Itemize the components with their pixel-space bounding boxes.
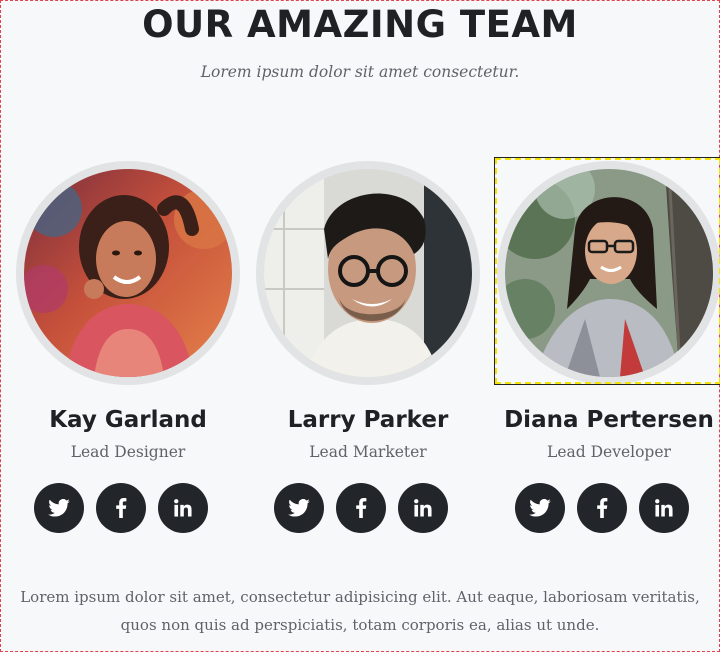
linkedin-button[interactable]	[158, 483, 208, 533]
facebook-icon	[356, 498, 367, 518]
twitter-button[interactable]	[515, 483, 565, 533]
section-title: OUR AMAZING TEAM	[142, 3, 578, 46]
team-member-card: Larry Parker Lead Marketer	[256, 161, 480, 541]
avatar[interactable]	[256, 161, 480, 385]
member-role: Lead Developer	[547, 443, 671, 461]
section-subtitle: Lorem ipsum dolor sit amet consectetur.	[200, 63, 520, 81]
facebook-button[interactable]	[336, 483, 386, 533]
section-footer-text: Lorem ipsum dolor sit amet, consectetur …	[1, 583, 719, 639]
linkedin-button[interactable]	[398, 483, 448, 533]
facebook-button[interactable]	[96, 483, 146, 533]
team-member-card: Kay Garland Lead Designer	[16, 161, 240, 541]
linkedin-button[interactable]	[639, 483, 689, 533]
twitter-button[interactable]	[274, 483, 324, 533]
twitter-icon	[48, 499, 70, 517]
twitter-icon	[288, 499, 310, 517]
avatar[interactable]	[16, 161, 240, 385]
footer-line: quos non quis ad perspiciatis, totam cor…	[120, 616, 600, 634]
member-name: Diana Pertersen	[504, 407, 714, 433]
member-role: Lead Marketer	[309, 443, 427, 461]
team-section: OUR AMAZING TEAM Lorem ipsum dolor sit a…	[0, 0, 720, 652]
facebook-icon	[597, 498, 608, 518]
linkedin-icon	[174, 499, 192, 517]
avatar[interactable]	[497, 161, 720, 385]
footer-line: Lorem ipsum dolor sit amet, consectetur …	[20, 588, 700, 606]
social-links	[515, 483, 705, 533]
facebook-button[interactable]	[577, 483, 627, 533]
linkedin-icon	[414, 499, 432, 517]
twitter-button[interactable]	[34, 483, 84, 533]
member-photo	[505, 169, 713, 377]
team-member-card: Diana Pertersen Lead Developer	[494, 157, 720, 541]
member-photo	[264, 169, 472, 377]
twitter-icon	[529, 499, 551, 517]
member-photo	[24, 169, 232, 377]
linkedin-icon	[655, 499, 673, 517]
social-links	[274, 483, 464, 533]
facebook-icon	[116, 498, 127, 518]
social-links	[34, 483, 224, 533]
member-role: Lead Designer	[70, 443, 186, 461]
